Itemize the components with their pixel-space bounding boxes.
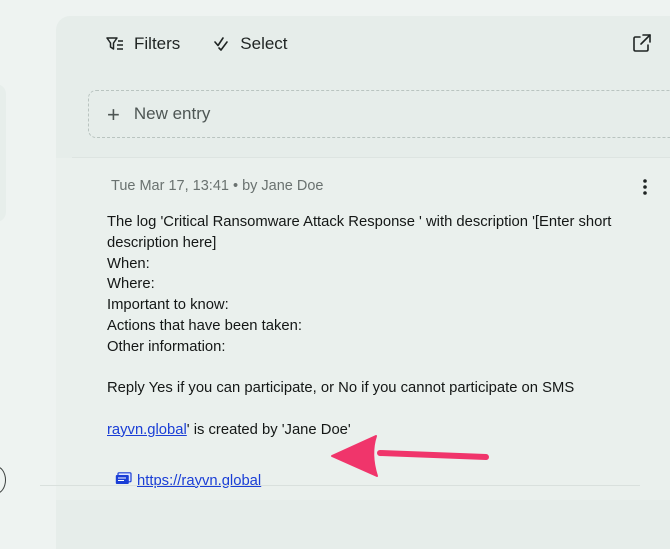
entry-line: Where:	[107, 276, 155, 293]
external-link-button[interactable]	[632, 33, 652, 53]
app-window: Filters Select + New entry Tue Mar 17, 1…	[0, 0, 670, 549]
filters-icon	[106, 36, 124, 52]
entry-line: Other information:	[107, 338, 226, 355]
entry-line: Actions that have been taken:	[107, 317, 302, 334]
attachment-link[interactable]: https://rayvn.global	[137, 473, 261, 489]
filters-label: Filters	[134, 34, 181, 53]
log-toolbar: Filters Select	[106, 34, 288, 54]
rayvn-link[interactable]: rayvn.global	[107, 422, 187, 438]
entry-meta: Tue Mar 17, 13:41 • by Jane Doe	[111, 178, 324, 194]
new-entry-label: New entry	[133, 104, 211, 123]
select-button[interactable]: Select	[214, 34, 288, 54]
attachment: https://rayvn.global	[115, 472, 261, 489]
kebab-menu-icon	[639, 179, 651, 200]
plus-icon: +	[107, 102, 120, 127]
reply-instruction: Reply Yes if you can participate, or No …	[107, 380, 575, 397]
entry-line: Important to know:	[107, 297, 229, 314]
entry-body: The log 'Critical Ransomware Attack Resp…	[107, 212, 657, 441]
entry-more-button[interactable]	[639, 178, 651, 196]
check-double-icon	[214, 36, 230, 52]
entry-line: When:	[107, 255, 150, 272]
left-radio-edge[interactable]	[0, 466, 6, 494]
entry-line: description here]	[107, 234, 217, 251]
left-panel-edge	[0, 84, 6, 222]
created-by-text: ' is created by 'Jane Doe'	[186, 421, 351, 438]
new-entry-button[interactable]: + New entry	[88, 90, 670, 138]
card-bottom-border	[40, 485, 640, 486]
annotation-arrow-icon	[331, 435, 489, 477]
select-label: Select	[240, 34, 288, 53]
entry-line: The log 'Critical Ransomware Attack Resp…	[107, 214, 612, 230]
filters-button[interactable]: Filters	[106, 34, 180, 54]
external-link-icon	[632, 34, 652, 57]
link-card-icon	[115, 472, 132, 489]
